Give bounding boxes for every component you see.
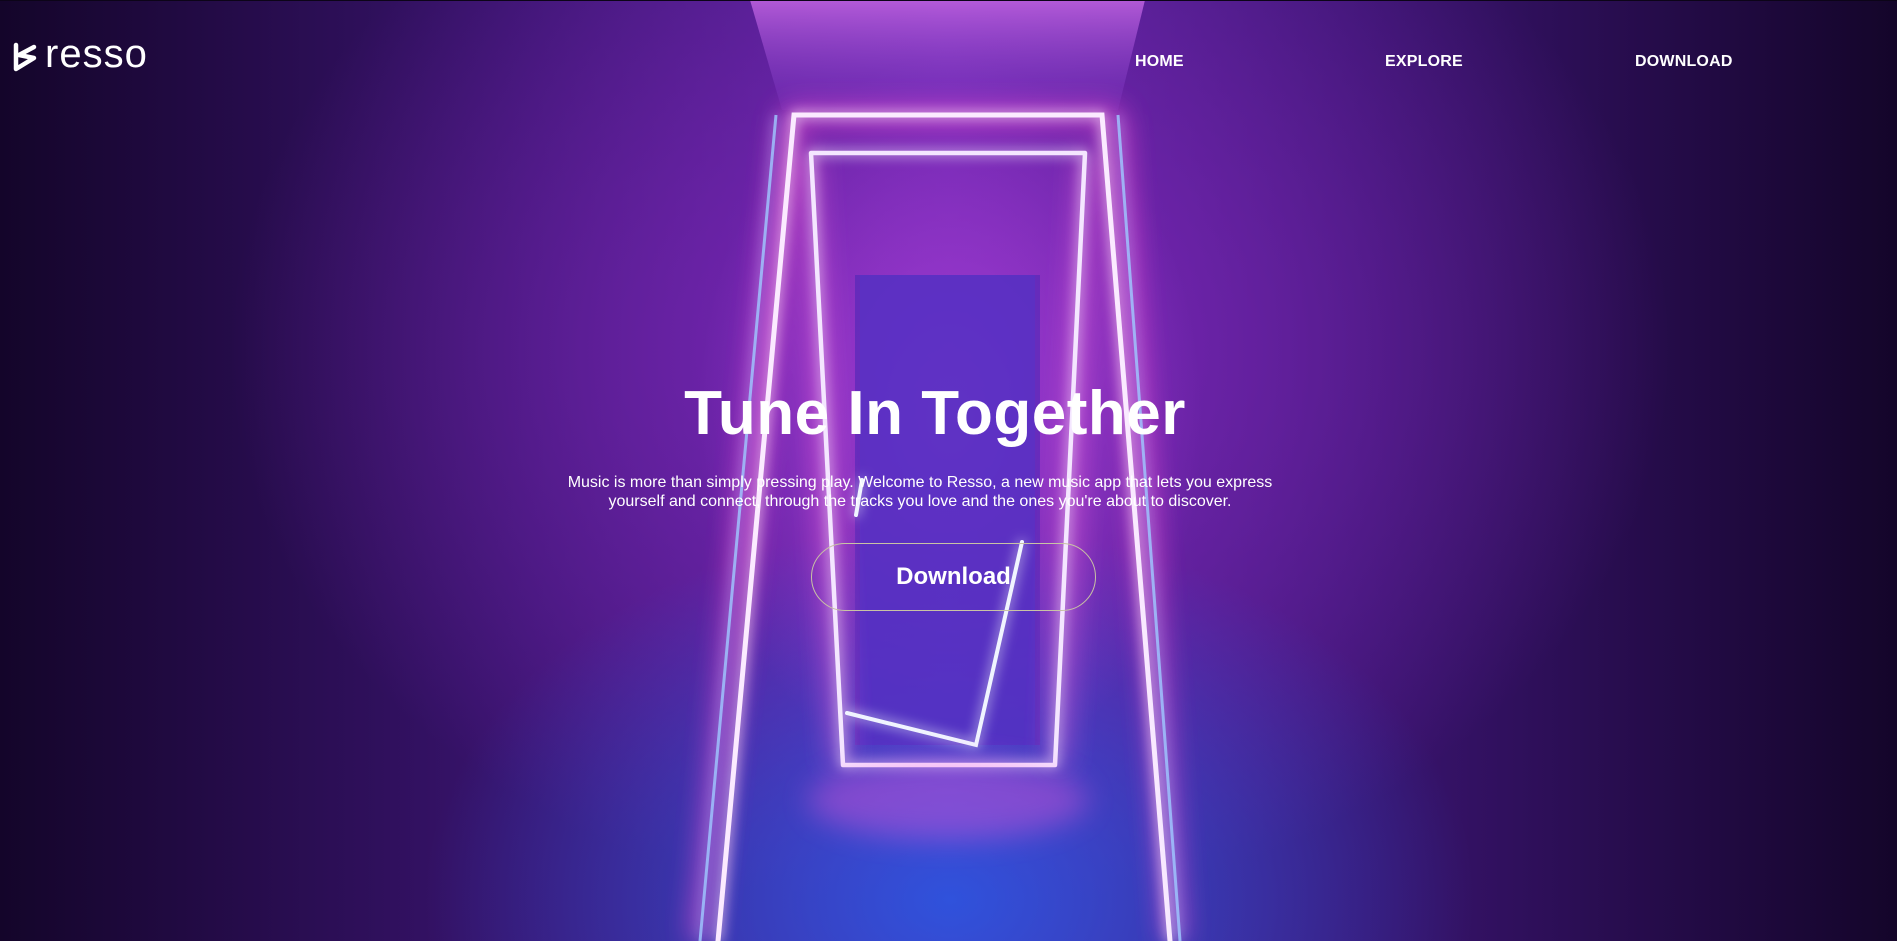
brand-logo[interactable]: resso bbox=[11, 34, 148, 74]
resso-logo-icon bbox=[13, 42, 37, 72]
brand-name: resso bbox=[45, 32, 148, 76]
nav-explore[interactable]: EXPLORE bbox=[1385, 53, 1463, 71]
hero-description: Music is more than simply pressing play.… bbox=[567, 474, 1273, 510]
download-button[interactable]: Download bbox=[811, 543, 1096, 611]
hero-section: resso HOME EXPLORE DOWNLOAD Tune In Toge… bbox=[0, 0, 1897, 941]
hero-title: Tune In Together bbox=[684, 379, 1186, 448]
top-border bbox=[0, 0, 1897, 1]
nav-download[interactable]: DOWNLOAD bbox=[1635, 53, 1733, 71]
ceiling-glow bbox=[750, 0, 1145, 110]
neon-tunnel-background bbox=[693, 0, 1182, 941]
nav-home[interactable]: HOME bbox=[1135, 53, 1184, 71]
